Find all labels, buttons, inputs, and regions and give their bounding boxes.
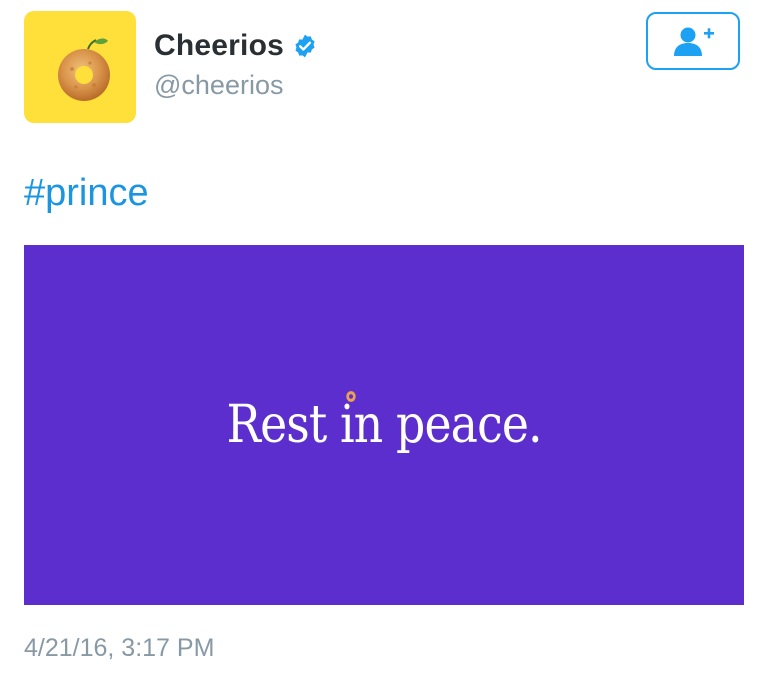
tweet-media-image[interactable]: Rest in peace. [24,245,744,605]
follow-button[interactable] [646,12,740,70]
avatar[interactable] [24,11,136,123]
media-caption: Rest in peace. [226,391,542,455]
author-handle[interactable]: @cheerios [154,70,283,101]
verified-badge-icon [292,33,318,59]
author-display-name[interactable]: Cheerios [154,29,284,63]
tweet-text-hashtag[interactable]: #prince [24,172,149,215]
follow-user-plus-icon [674,27,714,56]
author-name-row[interactable]: Cheerios [154,26,318,66]
media-caption-text: Rest in peace. [226,395,542,455]
cheerio-dot-icon [346,391,356,402]
tweet-timestamp[interactable]: 4/21/16, 3:17 PM [24,634,214,663]
cheerio-avatar-icon [58,38,110,101]
